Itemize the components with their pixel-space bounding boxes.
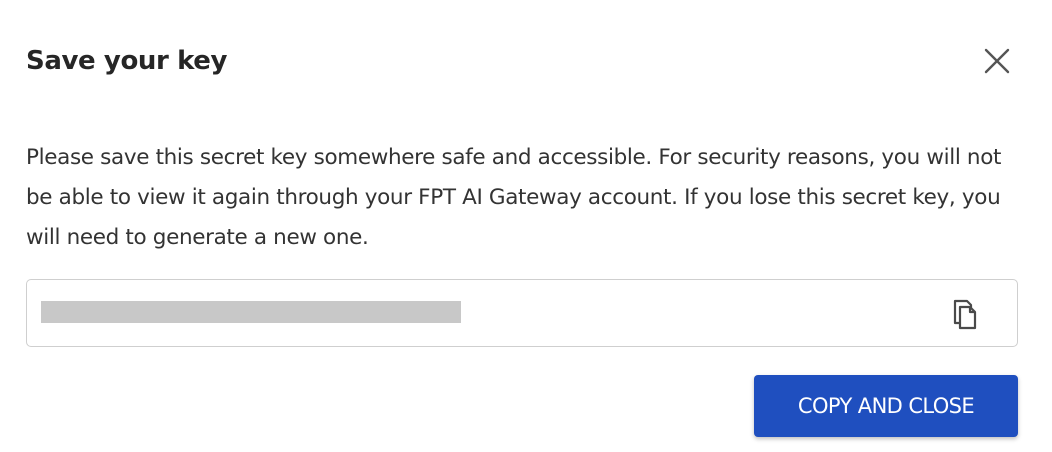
dialog-title: Save your key — [26, 46, 228, 76]
copy-icon — [953, 299, 977, 330]
close-icon — [984, 48, 1010, 74]
dialog-description: Please save this secret key somewhere sa… — [26, 145, 1002, 250]
secret-key-field[interactable] — [26, 279, 1018, 347]
copy-and-close-button[interactable]: COPY AND CLOSE — [754, 375, 1018, 437]
secret-key-value-redacted — [41, 301, 461, 323]
copy-key-button[interactable] — [945, 294, 985, 334]
close-button[interactable] — [974, 40, 1020, 82]
save-key-dialog: Save your key Please save this secret ke… — [0, 0, 1052, 452]
